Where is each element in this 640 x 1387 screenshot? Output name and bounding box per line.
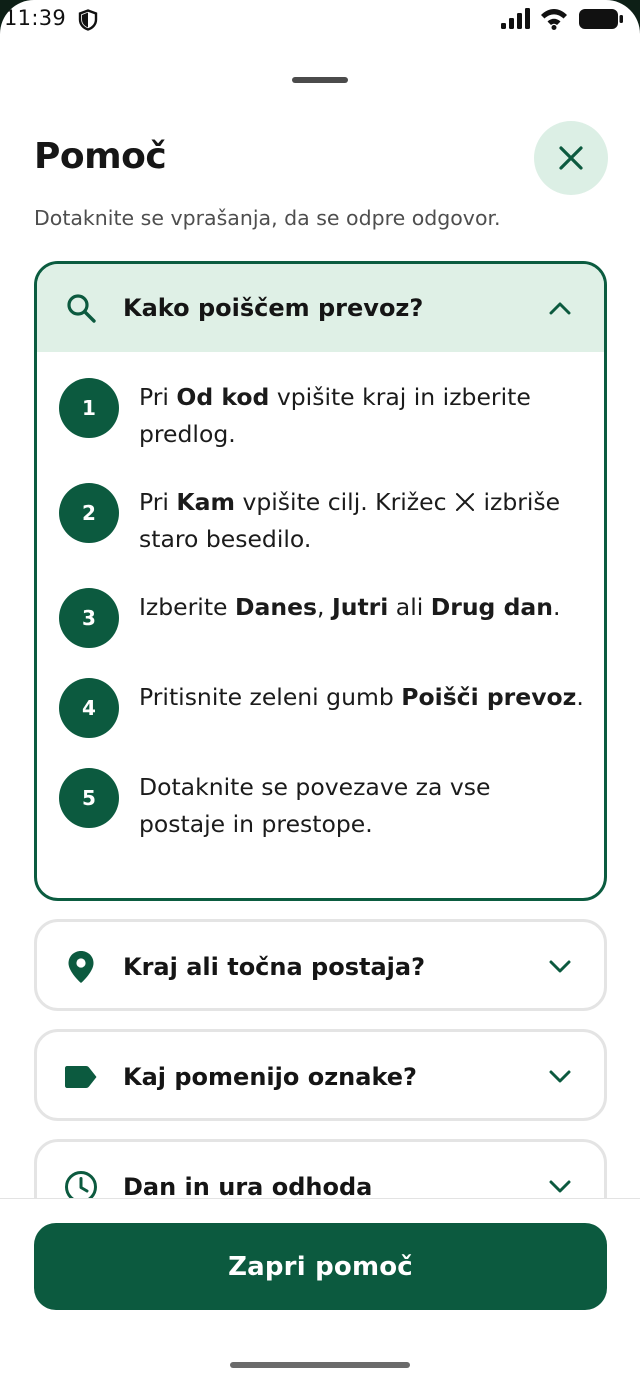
faq-item-place-or-stop[interactable]: Kraj ali točna postaja? [34,919,607,1011]
step-text: Pri Od kod vpišite kraj in izberite pred… [139,383,531,448]
step-text: Pritisnite zeleni gumb Poišči prevoz. [139,683,584,711]
step-item: 2 Pri Kam vpišite cilj. Križec izbriše s… [59,483,584,558]
step-text: Pri Kam vpišite cilj. Križec izbriše sta… [139,488,561,553]
step-text: Dotaknite se povezave za vse postaje in … [139,773,491,838]
step-number: 3 [59,588,119,648]
step-number: 4 [59,678,119,738]
wifi-icon [541,9,567,30]
step-item: 5 Dotaknite se povezave za vse postaje i… [59,768,584,843]
close-glyph-icon [455,493,474,511]
page-subtitle: Dotaknite se vprašanja, da se odpre odgo… [34,206,501,230]
faq-title: Kaj pomenijo oznake? [123,1062,417,1091]
shield-icon [78,9,98,31]
faq-title: Dan in ura odhoda [123,1172,373,1201]
sheet-drag-handle[interactable] [292,77,348,83]
chevron-down-icon [546,1063,574,1091]
chevron-down-icon [546,1173,574,1201]
faq-header[interactable]: Kako poiščem prevoz? [37,264,604,352]
step-item: 1 Pri Od kod vpišite kraj in izberite pr… [59,378,584,453]
signal-icon [501,8,530,29]
step-number: 2 [59,483,119,543]
close-help-button[interactable]: Zapri pomoč [34,1223,607,1310]
search-icon [63,290,99,326]
chevron-down-icon [546,953,574,981]
chevron-up-icon [546,294,574,322]
home-indicator[interactable] [230,1362,410,1368]
page-title: Pomoč [34,136,167,177]
step-text: Izberite Danes, Jutri ali Drug dan. [139,593,561,621]
status-bar: 11:39 [0,0,640,44]
faq-header[interactable]: Kraj ali točna postaja? [37,922,604,1008]
footer-divider [0,1198,640,1199]
step-item: 3 Izberite Danes, Jutri ali Drug dan. [59,588,584,648]
step-number: 5 [59,768,119,828]
close-icon [559,146,583,170]
battery-icon [579,9,623,29]
faq-answer-steps: 1 Pri Od kod vpišite kraj in izberite pr… [37,352,604,843]
faq-header[interactable]: Kaj pomenijo oznake? [37,1032,604,1118]
faq-title: Kraj ali točna postaja? [123,952,426,981]
location-pin-icon [63,949,99,985]
faq-item-labels[interactable]: Kaj pomenijo oznake? [34,1029,607,1121]
faq-item-find-transport: Kako poiščem prevoz? 1 Pri Od kod vpišit… [34,261,607,901]
status-time: 11:39 [4,6,67,30]
tag-icon [63,1059,99,1095]
faq-title: Kako poiščem prevoz? [123,294,424,322]
help-sheet: 11:39 Pomoč Dotaknite se vprašanja, da s… [0,0,640,1387]
step-item: 4 Pritisnite zeleni gumb Poišči prevoz. [59,678,584,738]
close-button[interactable] [534,121,608,195]
step-number: 1 [59,378,119,438]
